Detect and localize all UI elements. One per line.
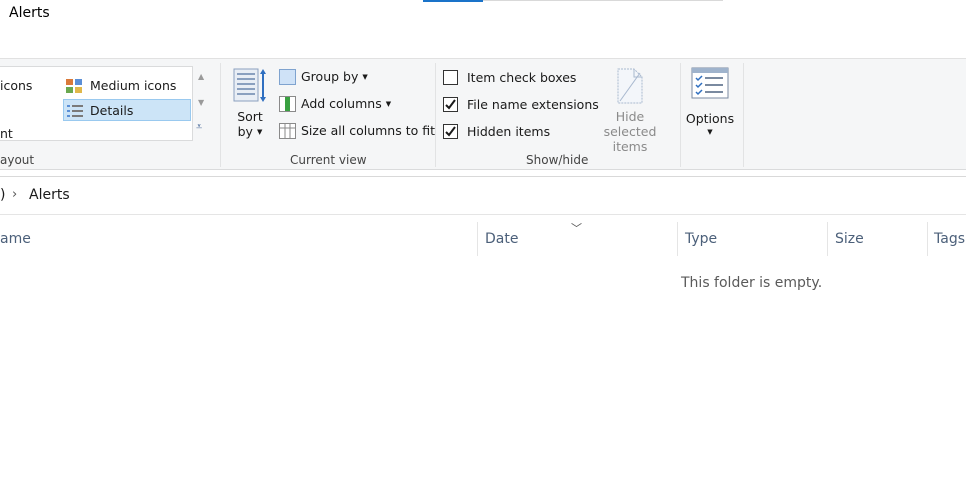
column-header-row: ame ﹀ Date Type Size Tags: [0, 220, 966, 258]
layout-gallery: icons Medium icons Details nt: [0, 66, 193, 141]
column-divider[interactable]: [927, 222, 928, 256]
options-icon: [691, 67, 729, 99]
details-view-icon: [67, 105, 83, 117]
chevron-down-icon: ▼: [385, 100, 392, 108]
checkmark-icon: [445, 126, 456, 137]
scroll-up-icon[interactable]: ▲: [198, 72, 204, 81]
hidden-items-label: Hidden items: [467, 124, 551, 139]
address-bar[interactable]: ) › Alerts: [0, 176, 966, 215]
column-header-name[interactable]: ame: [0, 222, 31, 256]
column-divider[interactable]: [827, 222, 828, 256]
size-columns-icon: [279, 123, 296, 139]
chevron-down-icon: ▼: [362, 73, 368, 81]
layout-item-medium-icons[interactable]: Medium icons: [66, 75, 176, 97]
expand-gallery-icon[interactable]: ⩡: [196, 120, 202, 134]
file-name-extensions-checkbox[interactable]: [443, 97, 458, 112]
options-label: Options: [685, 111, 735, 126]
chevron-down-icon: ▼: [256, 128, 263, 136]
chevron-right-icon[interactable]: ›: [12, 187, 17, 202]
item-check-boxes-label: Item check boxes: [467, 70, 577, 85]
chevron-down-icon: ▼: [707, 128, 713, 136]
add-columns-label: Add columns: [301, 96, 382, 111]
column-divider[interactable]: [677, 222, 678, 256]
layout-item-label: icons: [0, 78, 33, 93]
layout-item-label: nt: [0, 126, 13, 141]
group-separator: [220, 63, 221, 167]
file-name-extensions-label: File name extensions: [467, 97, 599, 112]
show-hide-group-label: Show/hide: [526, 153, 589, 167]
options-button[interactable]: Options ▼: [684, 67, 736, 136]
ribbon-tab-strip: [423, 0, 723, 2]
column-header-size[interactable]: Size: [835, 222, 864, 256]
layout-group-label: ayout: [0, 153, 35, 167]
active-tab-indicator: [423, 0, 483, 2]
checkmark-icon: [445, 99, 456, 110]
group-by-label: Group by: [301, 69, 359, 84]
sort-label-by: by ▼: [237, 124, 263, 139]
breadcrumb-parent[interactable]: ): [0, 187, 5, 203]
column-header-type[interactable]: Type: [685, 222, 717, 256]
hide-selected-label: Hide selected: [603, 109, 657, 139]
sort-chevron-icon: ﹀: [571, 222, 582, 235]
group-separator: [743, 63, 744, 167]
column-header-date[interactable]: Date: [485, 222, 518, 256]
group-separator: [680, 63, 681, 167]
sort-icon: [233, 68, 266, 102]
hide-selected-label-2: items: [612, 139, 648, 154]
sort-by-button[interactable]: Sort by ▼: [230, 67, 270, 145]
layout-item-large-icons[interactable]: icons: [0, 75, 32, 97]
scroll-down-icon[interactable]: ▼: [198, 98, 204, 107]
group-separator: [435, 63, 436, 167]
hide-selected-icon: [617, 68, 643, 104]
layout-scroller: ▲ ▼ ⩡: [193, 66, 210, 141]
add-columns-icon: [279, 96, 296, 112]
layout-item-label: Medium icons: [90, 78, 177, 93]
group-by-icon: [279, 69, 296, 85]
item-check-boxes-checkbox[interactable]: [443, 70, 458, 85]
current-view-group-label: Current view: [290, 153, 367, 167]
title-bar: Alerts: [0, 0, 966, 58]
breadcrumb-current[interactable]: Alerts: [29, 187, 70, 203]
ribbon: icons Medium icons Details nt ▲ ▼ ⩡ ayou…: [0, 58, 966, 170]
layout-item-details[interactable]: Details: [63, 99, 191, 121]
window-title: Alerts: [9, 5, 50, 21]
size-all-columns-label: Size all columns to fit: [301, 123, 436, 138]
hide-selected-items-button[interactable]: Hide selected items: [588, 67, 672, 154]
column-divider[interactable]: [477, 222, 478, 256]
sort-label: Sort: [237, 109, 263, 124]
empty-folder-message: This folder is empty.: [681, 275, 823, 291]
layout-item-label: Details: [90, 103, 134, 118]
column-header-tags[interactable]: Tags: [934, 222, 965, 256]
hidden-items-checkbox[interactable]: [443, 124, 458, 139]
medium-icons-icon: [66, 79, 82, 93]
layout-item-content[interactable]: nt: [0, 123, 13, 145]
